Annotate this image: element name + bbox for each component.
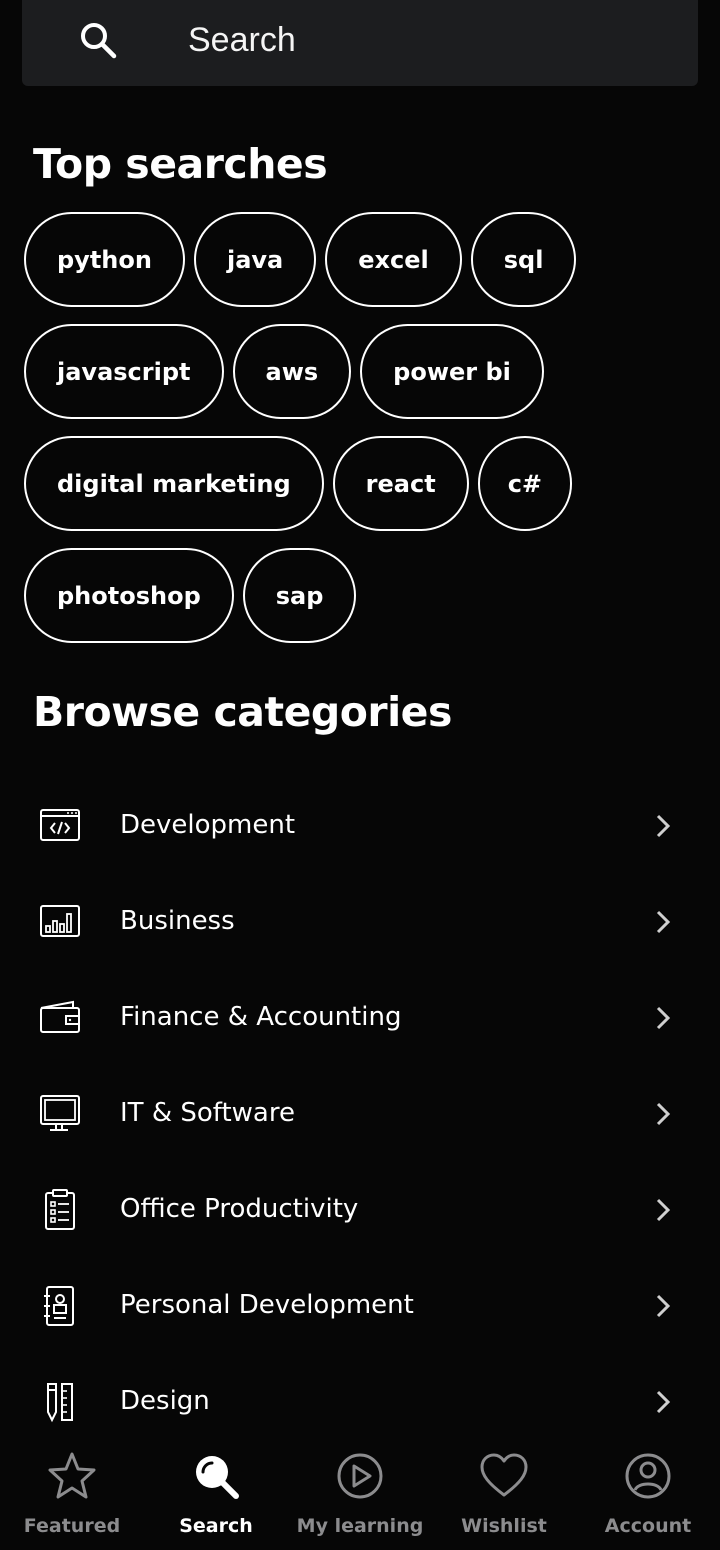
browse-categories-title: Browse categories (33, 688, 452, 736)
star-icon (48, 1452, 96, 1499)
chip-sql[interactable]: sql (470, 212, 577, 307)
top-searches-chips: python java excel sql javascript aws pow… (24, 212, 704, 660)
chip-digital-marketing[interactable]: digital marketing (24, 436, 324, 531)
bottom-nav: Featured Search My learning Wishlist Acc… (0, 1440, 720, 1550)
category-label: Office Productivity (120, 1194, 359, 1224)
category-label: Design (120, 1386, 210, 1416)
chip-python[interactable]: python (24, 212, 185, 307)
chip-sap[interactable]: sap (242, 548, 357, 643)
chip-photoshop[interactable]: photoshop (24, 548, 234, 643)
chevron-right-icon (656, 1102, 671, 1126)
nav-label: Wishlist (461, 1515, 547, 1537)
user-circle-icon (625, 1453, 671, 1499)
nav-featured[interactable]: Featured (0, 1440, 144, 1550)
nav-account[interactable]: Account (576, 1440, 720, 1550)
person-notebook-icon (44, 1286, 74, 1326)
nav-search[interactable]: Search (144, 1440, 288, 1550)
category-label: IT & Software (120, 1098, 295, 1128)
chip-row: photoshop sap (24, 548, 704, 643)
code-window-icon (40, 809, 80, 841)
bar-chart-icon (40, 905, 80, 937)
nav-label: Account (604, 1515, 692, 1537)
chevron-right-icon (656, 1294, 671, 1318)
search-icon (196, 1456, 239, 1499)
nav-label: Featured (23, 1515, 121, 1537)
chip-javascript[interactable]: javascript (24, 324, 224, 419)
chip-power-bi[interactable]: power bi (360, 324, 544, 419)
pencil-ruler-icon (47, 1383, 73, 1423)
chip-excel[interactable]: excel (325, 212, 462, 307)
category-label: Business (120, 906, 235, 936)
heart-icon (480, 1453, 528, 1497)
category-list: Development Business Finance & Accountin… (0, 776, 720, 1448)
monitor-icon (40, 1095, 80, 1131)
chip-row: digital marketing react c# (24, 436, 704, 531)
category-it-software[interactable]: IT & Software (0, 1064, 720, 1160)
wallet-icon (40, 1000, 80, 1033)
nav-my-learning[interactable]: My learning (288, 1440, 432, 1550)
chip-csharp[interactable]: c# (477, 436, 573, 531)
chevron-right-icon (656, 910, 671, 934)
chevron-right-icon (656, 814, 671, 838)
chip-java[interactable]: java (193, 212, 317, 307)
search-icon (81, 23, 117, 59)
chevron-right-icon (656, 1390, 671, 1414)
category-label: Finance & Accounting (120, 1002, 402, 1032)
nav-label: Search (179, 1515, 253, 1537)
nav-label: My learning (296, 1515, 424, 1537)
category-label: Personal Development (120, 1290, 414, 1320)
category-office-productivity[interactable]: Office Productivity (0, 1160, 720, 1256)
play-circle-icon (337, 1453, 383, 1499)
clipboard-list-icon (45, 1189, 75, 1230)
search-bar[interactable]: Search (22, 0, 698, 86)
chip-react[interactable]: react (332, 436, 469, 531)
category-design[interactable]: Design (0, 1352, 720, 1448)
chip-row: python java excel sql (24, 212, 704, 307)
search-placeholder[interactable]: Search (188, 21, 296, 60)
category-development[interactable]: Development (0, 776, 720, 872)
chevron-right-icon (656, 1006, 671, 1030)
category-business[interactable]: Business (0, 872, 720, 968)
chevron-right-icon (656, 1198, 671, 1222)
category-personal-development[interactable]: Personal Development (0, 1256, 720, 1352)
chip-aws[interactable]: aws (232, 324, 352, 419)
top-searches-title: Top searches (33, 140, 328, 188)
category-label: Development (120, 810, 296, 840)
nav-wishlist[interactable]: Wishlist (432, 1440, 576, 1550)
category-finance-accounting[interactable]: Finance & Accounting (0, 968, 720, 1064)
chip-row: javascript aws power bi (24, 324, 704, 419)
